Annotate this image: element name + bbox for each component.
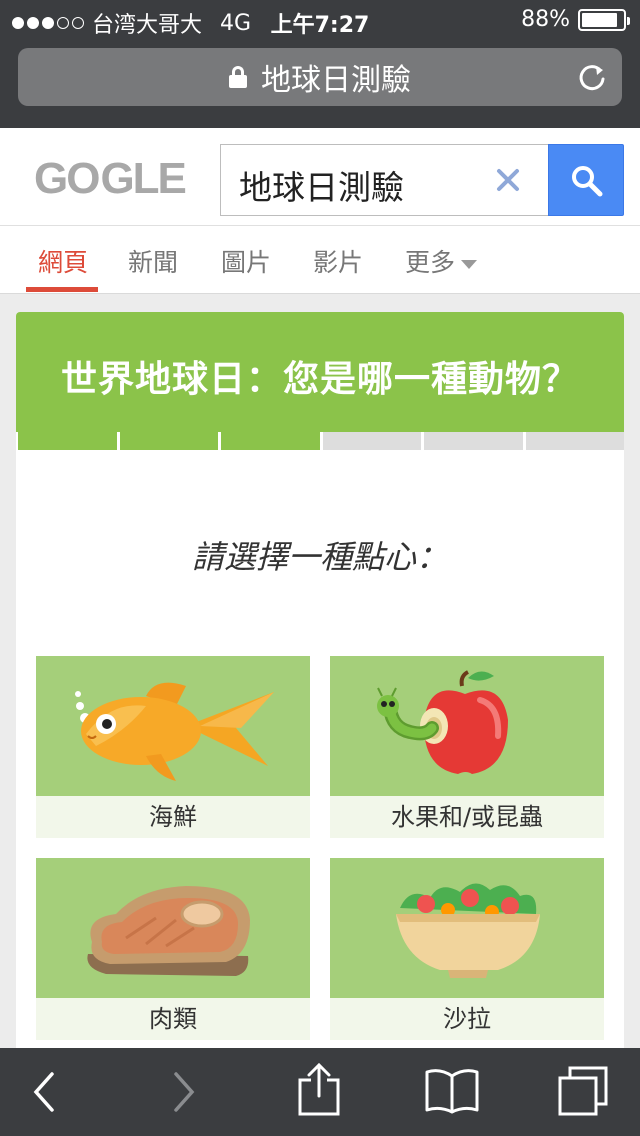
steak-icon: [87, 886, 251, 976]
tab-web[interactable]: 網頁: [38, 243, 88, 279]
progress-segment: [119, 432, 218, 450]
bookmarks-icon[interactable]: [424, 1066, 480, 1116]
search-button[interactable]: [548, 144, 624, 216]
browser-chrome: 台湾大哥大 4G 上午7:27 88% 地球日測驗: [0, 0, 640, 128]
forward-icon[interactable]: [168, 1068, 200, 1116]
reload-icon[interactable]: [576, 61, 608, 93]
progress-segment: [424, 432, 523, 450]
salad-bowl-icon: [396, 883, 540, 978]
tab-videos[interactable]: 影片: [313, 243, 363, 279]
progress-segment: [221, 432, 320, 450]
share-icon[interactable]: [296, 1062, 342, 1118]
search-icon: [572, 166, 603, 197]
progress-segment: [18, 432, 117, 450]
browser-toolbar: [0, 1048, 640, 1136]
option-fruit-insects[interactable]: 水果和/或昆蟲: [330, 656, 604, 838]
tab-more[interactable]: 更多: [405, 243, 478, 279]
tab-news[interactable]: 新聞: [128, 243, 178, 279]
url-text: 地球日測驗: [261, 63, 411, 98]
lock-icon: [229, 66, 247, 88]
battery-percent: 88%: [521, 7, 570, 32]
status-bar: 台湾大哥大 4G 上午7:27 88%: [0, 0, 640, 40]
quiz-title: 世界地球日：您是哪一種動物？: [60, 359, 579, 400]
tabs-icon[interactable]: [556, 1064, 610, 1118]
progress-segment: [525, 432, 624, 450]
quiz-header: 世界地球日：您是哪一種動物？: [16, 312, 624, 432]
google-earth-day-logo[interactable]: GO GLE: [34, 154, 187, 203]
tab-images[interactable]: 圖片: [221, 243, 271, 279]
earth-day-quiz-card: 世界地球日：您是哪一種動物？ 請選擇一種點心： 海鮮 水果和/或昆蟲 肉類 沙拉: [16, 312, 624, 1052]
quiz-question: 請選擇一種點心：: [191, 538, 448, 576]
apple-worm-icon: [377, 670, 508, 774]
battery-icon: [578, 8, 630, 31]
back-icon[interactable]: [28, 1068, 60, 1116]
option-seafood[interactable]: 海鮮: [36, 656, 310, 838]
search-input[interactable]: 地球日測驗: [220, 144, 550, 216]
tab-more-label: 更多: [405, 248, 456, 277]
option-label: 海鮮: [36, 796, 310, 838]
google-header: GO GLE 地球日測驗: [0, 128, 640, 226]
option-label: 肉類: [36, 998, 310, 1040]
search-tabs: 網頁 新聞 圖片 影片 更多: [0, 226, 640, 294]
option-label: 沙拉: [330, 998, 604, 1040]
quiz-progress-bar: [16, 432, 624, 450]
fish-icon: [75, 682, 274, 781]
clear-icon[interactable]: [493, 165, 523, 195]
chevron-down-icon: [461, 259, 478, 269]
address-bar[interactable]: 地球日測驗: [18, 48, 622, 106]
search-query-text: 地球日測驗: [239, 168, 404, 207]
option-salad[interactable]: 沙拉: [330, 858, 604, 1040]
active-tab-indicator: [26, 287, 98, 292]
option-meat[interactable]: 肉類: [36, 858, 310, 1040]
progress-segment: [322, 432, 421, 450]
option-label: 水果和/或昆蟲: [330, 796, 604, 838]
